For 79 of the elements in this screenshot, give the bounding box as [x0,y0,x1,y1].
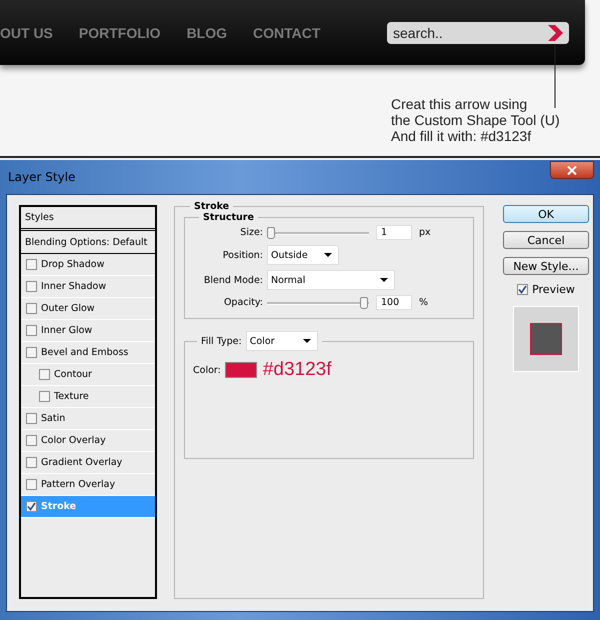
nav-link[interactable]: CONTACT [253,24,320,40]
annotation-text: Creat this arrow using [391,96,528,112]
unit-label: px [419,227,431,238]
slider-thumb[interactable] [267,226,275,238]
list-item[interactable]: Bevel and Emboss [21,342,155,364]
field-label: Blend Mode: [202,274,263,286]
preview-square [530,323,562,355]
list-item[interactable]: Gradient Overlay [21,452,155,474]
list-item[interactable]: Outer Glow [21,298,155,320]
field-label: Opacity: [222,297,263,308]
group-title: Stroke [194,201,230,212]
checkbox[interactable] [26,501,37,512]
nav-link[interactable]: OUT US [0,24,53,40]
list-item[interactable]: Contour [21,364,155,386]
close-button[interactable] [550,161,594,179]
opacity-input[interactable]: 100 [376,295,412,310]
unit-label: % [419,297,428,308]
slider-track[interactable] [267,296,369,308]
field-label: Fill Type: [201,336,242,346]
field-label: Size: [239,227,263,238]
blend-mode-dropdown[interactable]: Normal [267,270,395,290]
checkbox[interactable] [39,369,50,380]
checkbox[interactable] [26,479,37,490]
effect-label: Bevel and Emboss [41,347,128,358]
effect-label: Satin [41,413,66,424]
checkbox[interactable] [517,284,528,295]
effect-label: Texture [54,391,89,402]
list-item[interactable]: Blending Options: Default [21,231,155,254]
checkbox[interactable] [26,303,37,314]
checkbox-label: Preview [532,283,575,296]
caret-icon [302,339,311,343]
effect-label: Pattern Overlay [41,479,116,490]
list-header: Styles [21,207,155,231]
slider-thumb[interactable] [360,296,368,308]
leader-line [554,46,556,108]
slider-track[interactable] [267,226,369,238]
close-icon [567,166,577,174]
checkbox[interactable] [26,325,37,336]
checkbox[interactable] [26,347,37,358]
list-item[interactable]: Color Overlay [21,430,155,452]
effect-label: Inner Glow [41,325,92,336]
list-item[interactable]: Inner Glow [21,320,155,342]
color-hex-text: #d3123f [262,359,332,381]
caret-icon [380,278,388,282]
effect-label: Stroke [41,501,76,512]
search-field[interactable]: search.. [387,22,569,44]
effect-label: Drop Shadow [41,259,104,270]
window-title: Layer Style [7,170,76,184]
color-swatch[interactable] [224,362,257,378]
group-title: Structure [203,212,254,223]
caret-icon [324,253,332,257]
nav-link[interactable]: BLOG [186,24,228,40]
effect-label: Color Overlay [41,435,106,446]
fill-type-dropdown[interactable]: Color [246,331,318,351]
effect-label: Inner Shadow [41,281,106,292]
dialog-button[interactable]: New Style... [503,257,589,275]
checkbox[interactable] [26,435,37,446]
effect-label: Contour [54,369,92,380]
nav-link[interactable]: PORTFOLIO [78,24,161,40]
position-dropdown[interactable]: Outside [267,245,339,265]
effect-label: Gradient Overlay [41,457,122,468]
annotation-text: And fill it with: #d3123f [391,128,532,144]
checkbox[interactable] [26,413,37,424]
list-item[interactable]: Drop Shadow [21,254,155,276]
checkbox[interactable] [39,391,50,402]
checkbox[interactable] [26,281,37,292]
chevron-right-icon[interactable] [548,24,563,40]
list-item[interactable]: Satin [21,408,155,430]
dialog-button[interactable]: OK [503,205,589,223]
size-input[interactable]: 1 [376,225,412,240]
list-item[interactable]: Texture [21,386,155,408]
field-label: Position: [222,250,263,260]
checkbox[interactable] [26,457,37,468]
effect-label: Outer Glow [41,303,95,314]
dialog-button[interactable]: Cancel [503,231,589,249]
checkbox[interactable] [26,259,37,270]
list-item[interactable]: Inner Shadow [21,276,155,298]
annotation-text: the Custom Shape Tool (U) [391,112,561,128]
field-label: Color: [193,364,221,376]
